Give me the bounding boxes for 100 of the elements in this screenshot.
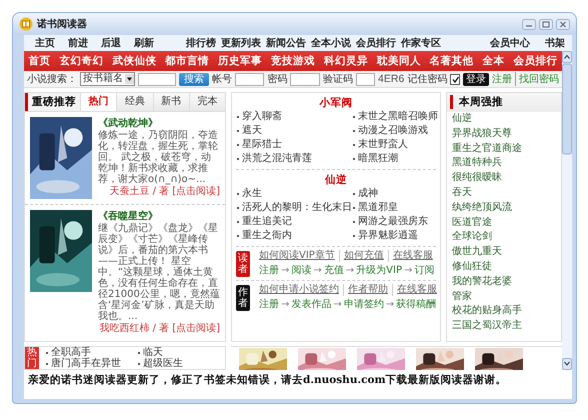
book-link[interactable]: 全职高手 <box>45 347 137 358</box>
book-link[interactable]: 异界战狼天尊 <box>447 126 561 142</box>
tab[interactable]: 完本 <box>188 93 225 111</box>
help-link[interactable]: 如何充值 <box>338 250 388 262</box>
tab[interactable]: 热门 <box>80 93 116 111</box>
read-link[interactable]: [点击阅读] <box>172 322 220 335</box>
menu-item[interactable]: 后退 <box>101 36 121 50</box>
register-link[interactable]: 注册 <box>492 72 512 86</box>
book-link[interactable]: 动漫之召唤游戏 <box>352 124 436 138</box>
close-icon[interactable] <box>556 18 570 30</box>
menu-item[interactable]: 刷新 <box>134 36 154 50</box>
book-title[interactable]: 《武动乾坤》 <box>98 117 220 130</box>
help-link[interactable]: 作者帮助 <box>343 284 392 296</box>
book-link[interactable]: 成神 <box>352 187 436 201</box>
book-link[interactable]: 重生之衙内 <box>236 229 352 243</box>
remember-checkbox[interactable] <box>450 74 460 84</box>
step-link[interactable]: 发表作品 <box>291 299 332 311</box>
category-link[interactable]: 全本 <box>482 54 505 68</box>
book-link[interactable]: 超级医生 <box>137 358 229 369</box>
check-icon <box>452 76 459 82</box>
book-link[interactable]: 黑道邪皇 <box>352 201 436 215</box>
menu-item[interactable]: 会员排行 <box>356 36 396 50</box>
step-link[interactable]: 申请签约 <box>344 299 384 311</box>
book-link[interactable]: 异界魅影逍遥 <box>352 229 436 243</box>
book-link[interactable]: 网游之最强房东 <box>352 215 436 229</box>
help-link[interactable]: 如何申请小说签约 <box>255 284 343 296</box>
menu-item[interactable]: 主页 <box>35 36 55 50</box>
category-link[interactable]: 首页 <box>28 54 50 68</box>
category-link[interactable]: 名著其他 <box>430 54 474 68</box>
menu-item[interactable]: 排行榜 <box>186 36 216 50</box>
category-link[interactable]: 科幻灵异 <box>324 54 368 68</box>
book-link[interactable]: 末世之黑暗召唤师 <box>352 110 436 124</box>
menu-item[interactable]: 会员中心 <box>490 36 530 50</box>
category-link[interactable]: 武侠仙侠 <box>112 54 156 68</box>
category-link[interactable]: 会员排行 <box>514 54 558 68</box>
read-link[interactable]: [点击阅读] <box>172 185 220 198</box>
help-link[interactable]: 在线客服 <box>392 284 440 296</box>
menu-item[interactable]: 更新列表 <box>221 36 261 50</box>
book-link[interactable]: 遮天 <box>236 124 352 138</box>
step-link[interactable]: 阅读 <box>291 265 312 277</box>
step-link[interactable]: 注册 <box>259 299 279 311</box>
book-link[interactable]: 管家 <box>447 290 561 304</box>
category-link[interactable]: 竞技游戏 <box>270 54 315 68</box>
book-link[interactable]: 临天 <box>137 347 229 358</box>
book-link[interactable]: 全球论剑 <box>447 230 561 246</box>
book-link[interactable]: 星际猎士 <box>236 138 352 152</box>
book-link[interactable]: 很纯很暧昧 <box>447 171 561 186</box>
book-link[interactable]: 纨绔绝顶风流 <box>447 200 561 216</box>
book-link[interactable]: 唐门高手在异世 <box>45 358 137 369</box>
book-link[interactable]: 穿入聊斋 <box>236 110 352 124</box>
tab[interactable]: 经典 <box>116 93 152 111</box>
menu-item[interactable]: 全本小说 <box>311 36 351 50</box>
book-link[interactable]: 永生 <box>236 187 352 201</box>
recover-link[interactable]: 找回密码 <box>515 72 559 86</box>
step-link[interactable]: 注册 <box>259 265 279 277</box>
step-link[interactable]: 升级为VIP <box>356 265 402 277</box>
category-link[interactable]: 都市言情 <box>165 54 210 68</box>
book-link[interactable]: 末世野蛮人 <box>352 138 436 152</box>
book-link[interactable]: 吞天 <box>447 186 561 201</box>
menu-item[interactable]: 作家专区 <box>401 36 441 50</box>
book-link[interactable]: 傲世九重天 <box>447 245 561 260</box>
section-title[interactable]: 仙逆 <box>236 173 436 187</box>
category-link[interactable]: 耽美同人 <box>376 54 421 68</box>
arrow-text: → <box>404 265 412 277</box>
section-title[interactable]: 小军阀 <box>236 96 436 110</box>
password-label: 密码 <box>267 72 288 86</box>
captcha-field[interactable] <box>356 72 376 86</box>
minimize-icon[interactable] <box>522 18 536 30</box>
maximize-icon[interactable] <box>539 18 553 30</box>
book-link[interactable]: 仙逆 <box>447 112 561 127</box>
login-button[interactable]: 登录 <box>463 72 489 86</box>
step-link[interactable]: 订阅 <box>414 265 434 277</box>
book-link[interactable]: 医道官途 <box>447 216 561 230</box>
book-link[interactable]: 重生追美记 <box>236 215 352 229</box>
type-dropdown[interactable]: 按书籍名 <box>80 72 135 86</box>
book-title[interactable]: 《吞噬星空》 <box>98 210 220 223</box>
book-link[interactable]: 三国之蜀汉帝主 <box>447 319 561 334</box>
book-link[interactable]: 活死人的黎明：生化末日 <box>236 201 352 215</box>
book-link[interactable]: 洪荒之混沌青莲 <box>236 152 352 166</box>
password-field[interactable] <box>290 72 320 86</box>
book-link[interactable]: 修仙狂徒 <box>447 260 561 275</box>
menu-item[interactable]: 新闻公告 <box>266 36 306 50</box>
window-title: 诺书阅读器 <box>37 18 87 31</box>
account-field[interactable] <box>235 72 264 86</box>
book-link[interactable]: 校花的贴身高手 <box>447 304 561 320</box>
tab[interactable]: 新书 <box>152 93 189 111</box>
category-link[interactable]: 玄幻奇幻 <box>59 54 104 68</box>
search-field[interactable] <box>138 72 176 86</box>
step-link[interactable]: 充值 <box>324 265 344 277</box>
book-link[interactable]: 我的警花老婆 <box>447 274 561 290</box>
book-link[interactable]: 暗黑狂潮 <box>352 152 436 166</box>
scrollbar[interactable] <box>562 51 572 370</box>
book-link[interactable]: 黑道特种兵 <box>447 156 561 172</box>
menu-item[interactable]: 前进 <box>68 36 88 50</box>
category-link[interactable]: 历史军事 <box>218 54 262 68</box>
step-link[interactable]: 获得稿酬 <box>396 299 436 311</box>
help-link[interactable]: 在线客服 <box>388 250 437 262</box>
menu-item[interactable]: 书架 <box>545 36 565 50</box>
help-link[interactable]: 如何阅读VIP章节 <box>255 250 339 262</box>
book-link[interactable]: 重生之官道商途 <box>447 142 561 156</box>
